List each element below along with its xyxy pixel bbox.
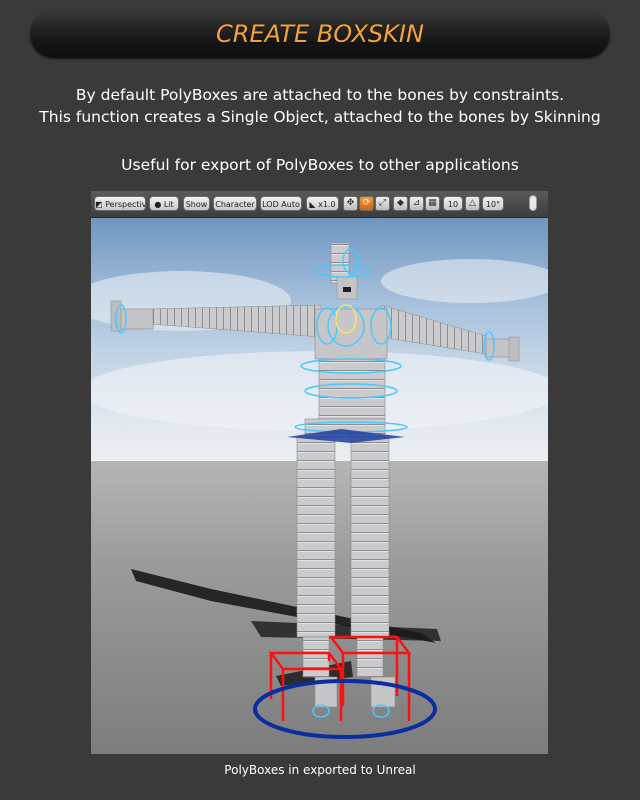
camera-speed-icon: ◣ [309,200,319,209]
image-caption: PolyBoxes in exported to Unreal [224,763,416,777]
perspective-view-icon: ◩ [95,200,106,209]
coordinate-space-icon[interactable]: ◆ [393,196,408,211]
grid-size-button[interactable]: 10 [443,196,463,211]
perspective-button[interactable]: ◩ Perspective [94,196,146,211]
viewport-scene [91,217,548,754]
camera-speed-button[interactable]: ◣ x1.0 [306,196,339,211]
lod-button[interactable]: LOD Auto [260,196,302,211]
viewport-toolbar: ◩ Perspective ● Lit Show Character LOD A… [91,191,548,218]
description-line-3: Useful for export of PolyBoxes to other … [121,156,519,174]
show-button[interactable]: Show [183,196,210,211]
unreal-viewport[interactable]: ◩ Perspective ● Lit Show Character LOD A… [91,191,548,754]
character-button[interactable]: Character [213,196,257,211]
rotate-icon[interactable]: ⟳ [359,196,374,211]
angle-snap-button[interactable]: 10° [482,196,504,211]
scale-icon[interactable]: ⤢ [375,196,390,211]
rotation-snap-icon[interactable]: △ [465,196,480,211]
title-banner: CREATE BOXSKIN [30,10,610,58]
page-title: CREATE BOXSKIN [216,20,424,48]
translate-icon[interactable]: ✥ [343,196,358,211]
description-line-2: This function creates a Single Object, a… [39,108,601,126]
lit-sphere-icon: ● [154,200,164,209]
grid-snap-icon[interactable]: ▦ [425,196,440,211]
lit-button[interactable]: ● Lit [149,196,179,211]
surface-snap-icon[interactable]: ⊿ [409,196,424,211]
toolbar-scrollbar[interactable] [529,195,537,211]
description-line-1: By default PolyBoxes are attached to the… [75,86,565,104]
